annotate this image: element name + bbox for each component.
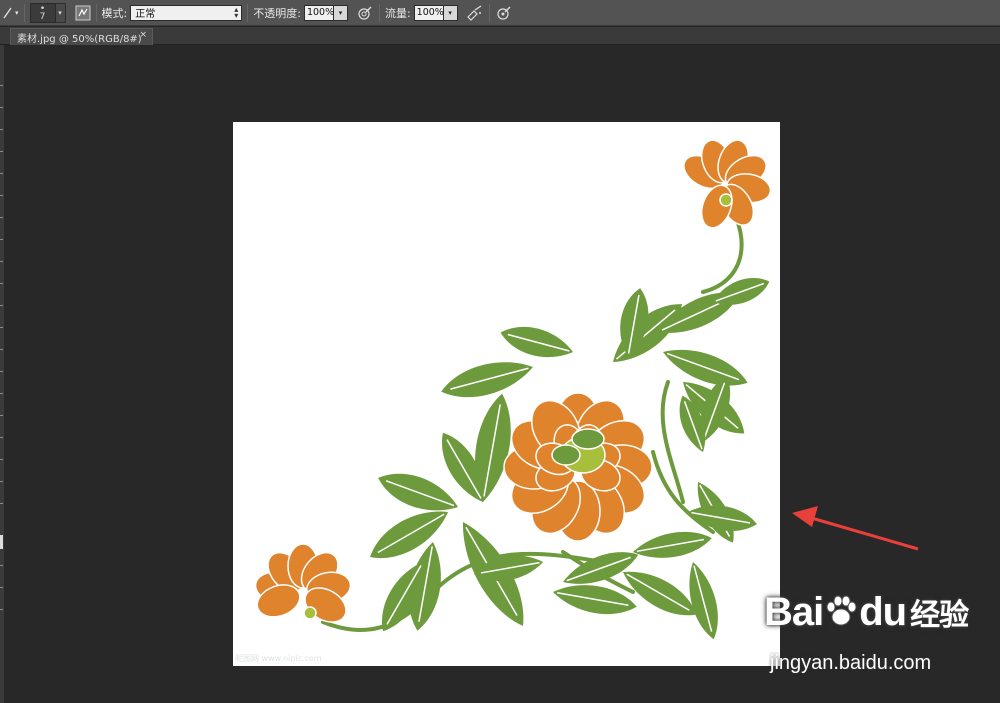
photoshop-window: ▾ • 7 ▾ 模式: 正常 ▴ ▾ 不透明度: 100% ▾ 流量: 100% … xyxy=(0,0,1000,703)
brush-panel-toggle-icon[interactable] xyxy=(75,0,91,26)
flower-center xyxy=(303,606,317,620)
mode-value: 正常 xyxy=(135,9,156,20)
opacity-label: 不透明度: xyxy=(253,6,301,20)
baidu-jingyan-watermark: Bai du 经验 jingyan.baidu.com xyxy=(760,590,1000,700)
mode-label: 模式: xyxy=(101,6,128,20)
flower-illustration xyxy=(254,139,772,640)
baidu-logo: Bai du 经验 xyxy=(764,590,969,635)
flow-slider-toggle[interactable]: ▾ xyxy=(443,4,458,21)
mode-select[interactable]: 正常 ▴ ▾ xyxy=(130,4,243,21)
floral-artwork xyxy=(254,139,772,640)
chevron-down-icon[interactable]: ▾ xyxy=(55,2,66,23)
separator xyxy=(95,3,97,22)
document-tab[interactable]: 素材.jpg @ 50%(RGB/8#) × xyxy=(10,28,153,45)
flow-input[interactable]: 100% xyxy=(413,4,444,21)
brush-tool-icon[interactable]: ▾ xyxy=(2,0,19,26)
baidu-url: jingyan.baidu.com xyxy=(770,652,932,674)
flower-center-leaf xyxy=(571,428,605,450)
image-watermark: 昵图网 www.nipic.com xyxy=(235,654,322,663)
brush-size-value: 7 xyxy=(39,11,46,22)
pressure-size-icon[interactable] xyxy=(495,4,513,22)
pressure-opacity-icon[interactable] xyxy=(356,4,374,22)
document-tab-title: 素材.jpg @ 50%(RGB/8#) xyxy=(17,33,142,45)
airbrush-icon[interactable] xyxy=(466,4,484,22)
baidu-jingyan-text: 经验 xyxy=(910,599,969,632)
separator xyxy=(488,3,490,22)
flower-center xyxy=(719,193,733,207)
baidu-logo-du: du xyxy=(859,590,907,634)
updown-arrow-icon: ▴ ▾ xyxy=(234,4,239,20)
flower-center-leaf xyxy=(551,444,581,466)
options-bar: ▾ • 7 ▾ 模式: 正常 ▴ ▾ 不透明度: 100% ▾ 流量: 100% … xyxy=(0,0,1000,26)
brush-preset-picker[interactable]: • 7 ▾ xyxy=(29,0,66,26)
document-tab-bar: 素材.jpg @ 50%(RGB/8#) × xyxy=(0,27,1000,45)
canvas-image[interactable]: 昵图网 www.nipic.com xyxy=(233,122,780,666)
opacity-slider-toggle[interactable]: ▾ xyxy=(333,4,348,21)
close-icon[interactable]: × xyxy=(139,30,147,40)
brush-preview[interactable]: • 7 xyxy=(29,2,56,23)
flow-label: 流量: xyxy=(384,6,411,20)
separator xyxy=(378,3,380,22)
paw-icon xyxy=(824,594,858,628)
baidu-logo-bai: Bai xyxy=(764,590,824,634)
separator xyxy=(23,3,25,22)
separator xyxy=(247,3,249,22)
opacity-input[interactable]: 100% xyxy=(303,4,334,21)
